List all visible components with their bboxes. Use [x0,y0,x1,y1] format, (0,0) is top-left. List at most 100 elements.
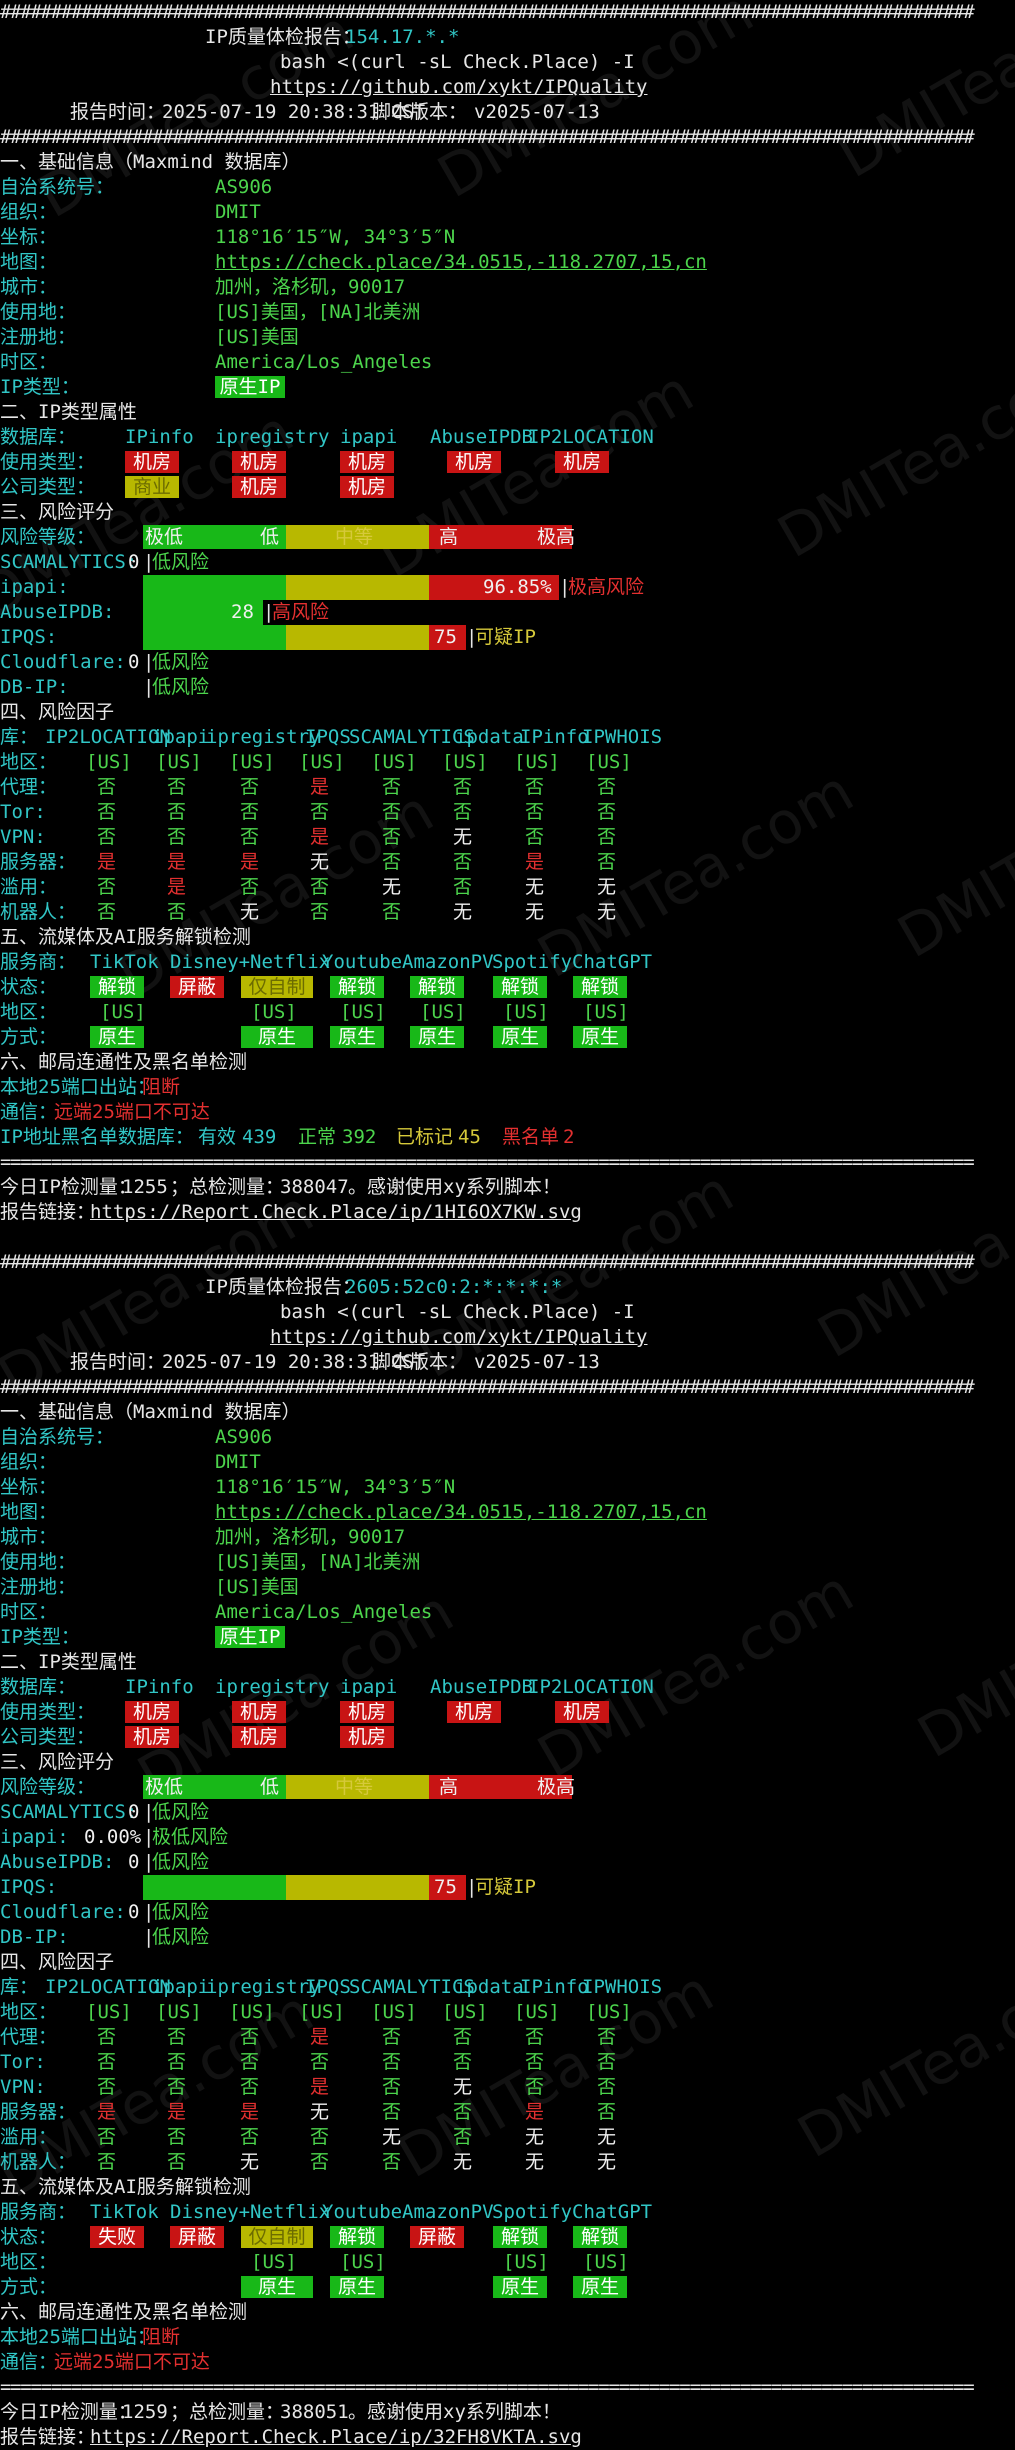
factor-value: 无 [310,2101,330,2123]
label-risk-level: 风险等级： [0,526,96,548]
factor-db-name: IPWHOIS [582,1976,663,1998]
risk-score-value: 0 [128,551,140,573]
use-type-badge: 机房 [555,451,609,473]
factor-region: [US] [156,751,202,773]
factor-value: 否 [525,826,545,848]
repo-link[interactable]: https://github.com/xykt/IPQuality [270,75,648,100]
blacklist-valid-label: 有效 [198,1126,237,1148]
company-type-badge: 机房 [340,1726,394,1748]
factor-value: 无 [597,901,617,923]
factor-value: 无 [597,2126,617,2148]
risk-level-text: 低风险 [152,651,210,673]
report-title-label: IP质量体检报告： [205,1276,361,1298]
watermark-text: DMITea.com [366,356,705,592]
factor-value: 无 [240,901,260,923]
factor-db-name: IPinfo [520,1976,589,1998]
factor-value: 无 [597,876,617,898]
report-link-label: 报告链接： [0,1201,96,1223]
risk-level-text: 低风险 [152,1851,210,1873]
service-region: [US] [503,2251,549,2273]
factor-region: [US] [586,2001,632,2023]
service-method-badge: 原生 [410,1026,464,1048]
type-db-name: ipapi [340,426,398,448]
value-usage-region: [US]美国，[NA]北美洲 [215,1551,421,1573]
service-method-badge: 原生 [493,2276,547,2298]
factor-region: [US] [86,751,132,773]
report-title-label: IP质量体检报告： [205,26,361,48]
factor-value: 无 [382,2126,402,2148]
use-type-badge: 机房 [125,1701,179,1723]
type-db-name: ipregistry [215,1676,330,1698]
factor-value: 无 [453,901,473,923]
risk-source-name: IPQS: [0,626,58,648]
factor-value: 否 [525,2026,545,2048]
service-status-badge: 解锁 [493,976,547,998]
value-map[interactable]: https://check.place/34.0515,-118.2707,15… [215,1500,707,1525]
use-type-badge: 机房 [447,451,501,473]
repo-link[interactable]: https://github.com/xykt/IPQuality [270,1325,648,1350]
footer-total-label: ；总检测量： [170,2401,285,2423]
service-status-badge: 仅自制 [241,976,313,998]
value-map[interactable]: https://check.place/34.0515,-118.2707,15… [215,250,707,275]
factor-value: 否 [167,801,187,823]
risk-source-name: SCAMALYTICS: [0,551,138,573]
blacklist-black-count: 2 [563,1126,575,1148]
factor-value: 否 [453,851,473,873]
service-status-badge: 解锁 [90,976,144,998]
label-city: 城市： [0,276,58,298]
factor-value: 否 [453,2126,473,2148]
service-status-badge: 解锁 [330,2226,384,2248]
factor-value: 否 [97,2051,117,2073]
section-risk-title: 三、风险评分 [0,501,115,523]
factor-row-label: Tor: [0,2051,46,2073]
factor-value: 无 [240,2151,260,2173]
factor-value: 否 [382,2151,402,2173]
service-name: Youtube [322,2201,403,2223]
risk-scale-label: 高 [439,526,459,548]
section-streaming-title: 五、流媒体及AI服务解锁检测 [0,2176,251,2198]
report-link[interactable]: https://Report.Check.Place/ip/1HI6OX7KW.… [90,1200,582,1225]
service-method-badge: 原生 [493,1026,547,1048]
service-status-badge: 解锁 [573,976,627,998]
factor-value: 否 [453,2026,473,2048]
factor-value: 否 [310,2126,330,2148]
factor-value: 无 [310,851,330,873]
factor-region: [US] [442,2001,488,2023]
label-risk-level: 风险等级： [0,1776,96,1798]
risk-level-text: 可疑IP [475,626,536,648]
factor-value: 否 [240,2126,260,2148]
factor-value: 无 [453,826,473,848]
label-company-type: 公司类型： [0,476,96,498]
risk-level-text: 可疑IP [475,1876,536,1898]
factor-value: 否 [597,826,617,848]
factor-value: 否 [597,2076,617,2098]
report-link[interactable]: https://Report.Check.Place/ip/32FH8VKTA.… [90,2425,582,2450]
company-type-badge: 商业 [125,476,179,498]
type-db-name: IPinfo [125,426,194,448]
factor-value: 否 [97,2126,117,2148]
value-city: 加州，洛杉矶，90017 [215,1526,406,1548]
report-time-label: 报告时间： [70,101,166,123]
label-ip-type: IP类型： [0,376,80,398]
watermark-text: DMITea.com [826,0,1015,192]
factor-value: 否 [382,2101,402,2123]
factor-value: 否 [525,801,545,823]
service-name: ChatGPT [572,2201,653,2223]
risk-source-name: AbuseIPDB: [0,601,115,623]
risk-score-bar-yellow [286,625,429,650]
separator-line: ========================================… [0,2376,975,2398]
risk-source-name: Cloudflare: [0,1901,126,1923]
label-org: 组织： [0,201,58,223]
use-type-badge: 机房 [555,1701,609,1723]
factor-value: 是 [167,876,187,898]
service-status-badge: 解锁 [410,976,464,998]
service-region: [US] [420,1001,466,1023]
label-tz: 时区： [0,351,58,373]
risk-level-text: 极高风险 [568,576,645,598]
service-name: ChatGPT [572,951,653,973]
company-type-badge: 机房 [232,1726,286,1748]
footer-today-label: 今日IP检测量： [0,1176,137,1198]
service-name: Netflix [250,2201,331,2223]
factor-value: 否 [597,2051,617,2073]
label-use-type: 使用类型： [0,451,96,473]
